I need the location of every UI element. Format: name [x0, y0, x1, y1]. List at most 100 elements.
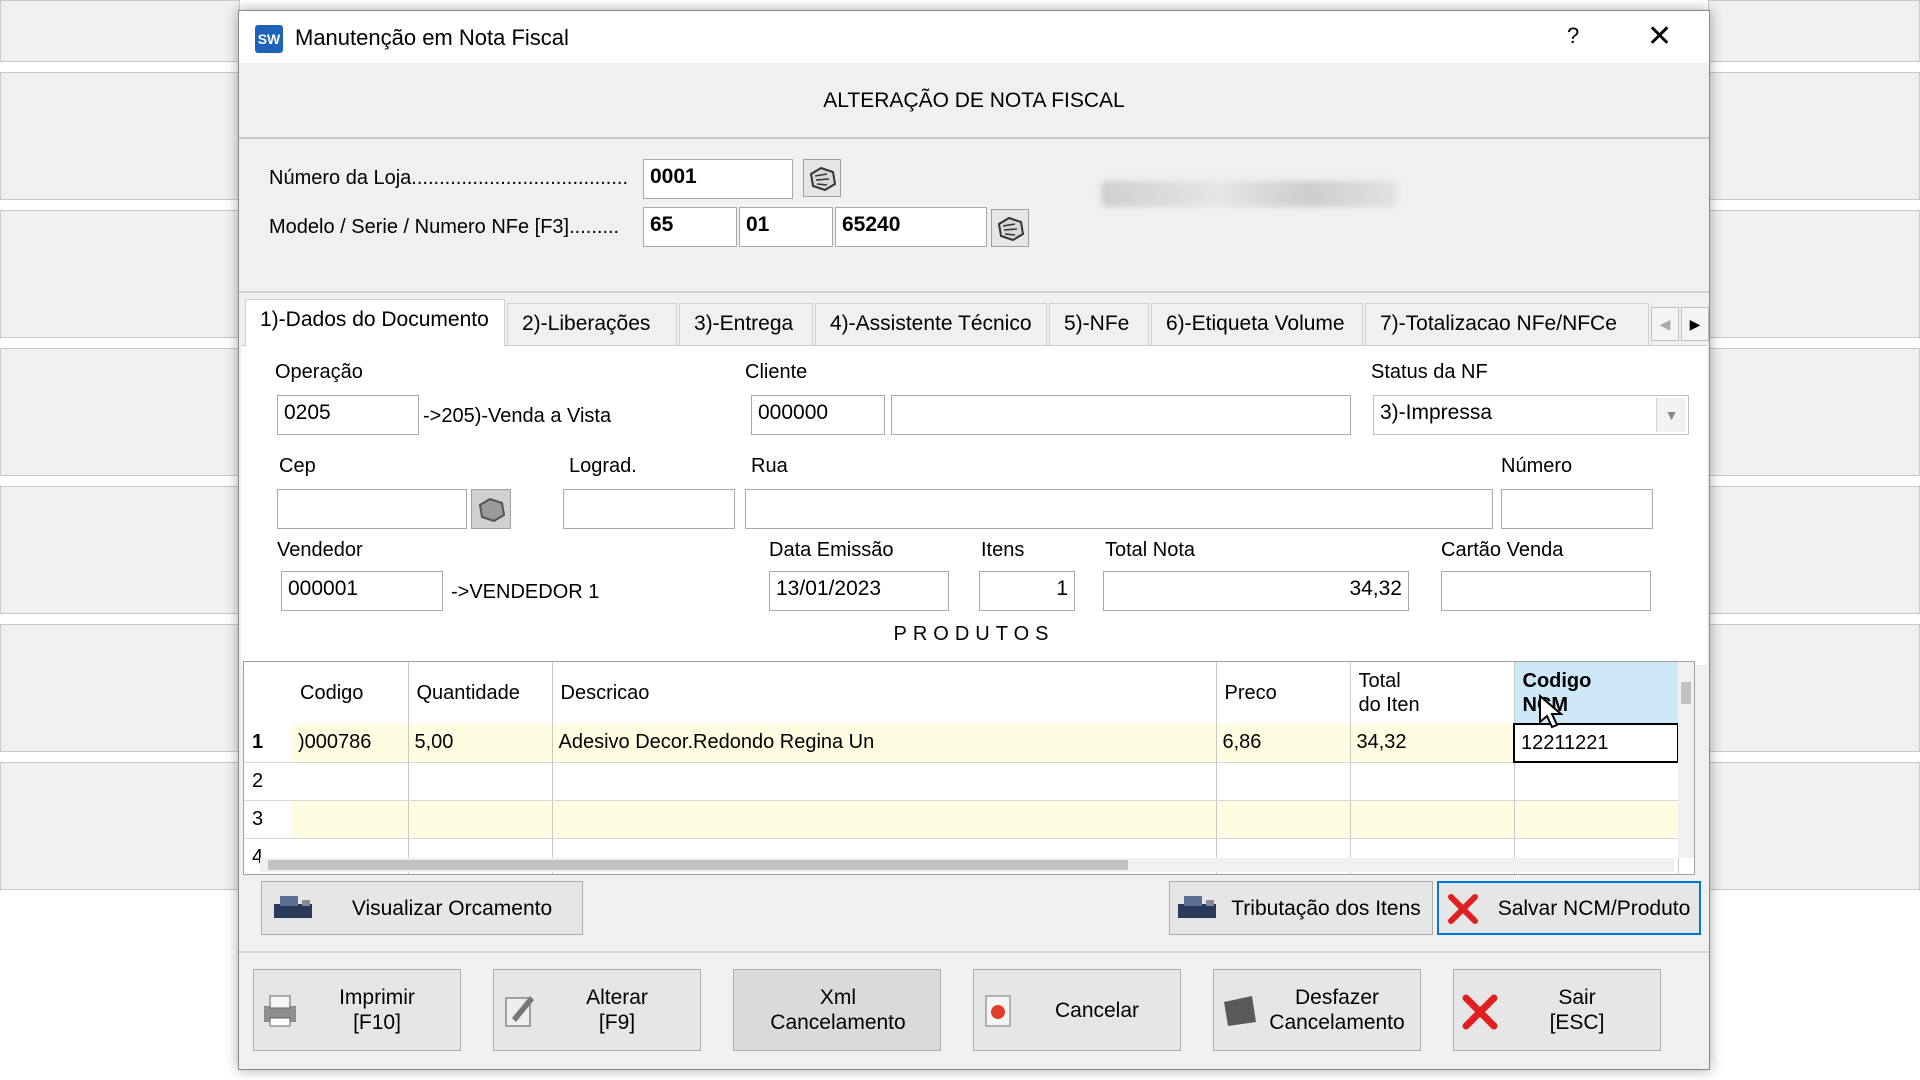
background-cell — [0, 0, 240, 62]
page-title: ALTERAÇÃO DE NOTA FISCAL — [239, 63, 1709, 139]
table-row[interactable]: 1 )000786 5,00 Adesivo Decor.Redondo Reg… — [244, 723, 1679, 763]
background-cell — [0, 486, 240, 614]
visualizar-orcamento-button[interactable]: Visualizar Orcamento — [261, 881, 583, 935]
column-header-preco[interactable]: Preco — [1216, 662, 1351, 724]
horizontal-scrollbar[interactable] — [260, 858, 1674, 872]
tab-etiqueta-volume[interactable]: 6)-Etiqueta Volume — [1151, 303, 1363, 345]
hand-pointer-icon — [478, 497, 506, 523]
desfazer-line1: Desfazer — [1294, 986, 1380, 1009]
tab-nfe[interactable]: 5)-NFe — [1049, 303, 1149, 345]
lograd-field[interactable] — [563, 489, 735, 529]
tab-totalizacao[interactable]: 7)-Totalizacao NFe/NFCe — [1365, 303, 1649, 345]
help-button[interactable]: ? — [1567, 23, 1579, 49]
tab-scroll-right-icon[interactable]: ▶ — [1681, 307, 1709, 341]
produtos-grid[interactable]: Codigo Quantidade Descricao Preco Total d… — [243, 661, 1695, 875]
lograd-label: Lograd. — [569, 455, 637, 477]
cep-lookup-button[interactable] — [471, 489, 511, 529]
xml-cancelamento-button[interactable]: Xml Cancelamento — [733, 969, 941, 1051]
hand-pointer-icon — [809, 166, 837, 192]
cell-total[interactable] — [1350, 800, 1515, 839]
cliente-label: Cliente — [745, 361, 808, 383]
operacao-field[interactable]: 0205 — [277, 395, 419, 435]
chevron-down-icon[interactable]: ▼ — [1656, 398, 1686, 432]
status-select-value: 3)-Impressa — [1380, 401, 1493, 424]
tab-entrega[interactable]: 3)-Entrega — [679, 303, 813, 345]
tab-scroll-left-icon[interactable]: ◀ — [1651, 307, 1679, 341]
table-row[interactable]: 3 — [244, 800, 1679, 839]
row-number: 2 — [244, 762, 292, 801]
cell-codigo[interactable] — [292, 800, 409, 839]
salvar-ncm-produto-button[interactable]: Salvar NCM/Produto — [1437, 881, 1701, 935]
nfe-numero-field[interactable]: 65240 — [835, 207, 987, 247]
column-header-quantidade[interactable]: Quantidade — [408, 662, 553, 724]
cell-preco[interactable] — [1216, 800, 1351, 839]
imprimir-line2: [F10] — [353, 1011, 401, 1034]
vendedor-field[interactable]: 000001 — [281, 571, 443, 611]
scrollbar-thumb[interactable] — [1681, 682, 1691, 704]
close-button[interactable]: ✕ — [1647, 19, 1672, 54]
cliente-code-field[interactable]: 000000 — [751, 395, 885, 435]
cell-descricao[interactable] — [552, 800, 1217, 839]
imprimir-line1: Imprimir — [339, 986, 415, 1009]
cash-register-icon — [1176, 892, 1218, 922]
alterar-button[interactable]: Alterar [F9] — [493, 969, 701, 1051]
cell-descricao[interactable]: Adesivo Decor.Redondo Regina Un — [552, 724, 1217, 763]
store-lookup-button[interactable] — [803, 159, 841, 197]
cliente-name-field[interactable] — [891, 395, 1351, 435]
status-select[interactable]: 3)-Impressa ▼ — [1373, 395, 1689, 435]
background-cell — [1708, 0, 1920, 62]
vendedor-description: ->VENDEDOR 1 — [451, 581, 600, 603]
cell-quantidade[interactable] — [408, 762, 553, 801]
tab-assistente-tecnico[interactable]: 4)-Assistente Técnico — [815, 303, 1047, 345]
tributacao-itens-button[interactable]: Tributação dos Itens — [1169, 881, 1433, 935]
row-header-corner — [244, 662, 292, 724]
nfe-modelo-field[interactable]: 65 — [643, 207, 737, 247]
operacao-label: Operação — [275, 361, 363, 383]
cancelar-button[interactable]: Cancelar — [973, 969, 1181, 1051]
total-nota-field[interactable]: 34,32 — [1103, 571, 1409, 611]
data-emissao-field[interactable]: 13/01/2023 — [769, 571, 949, 611]
column-header-codigo[interactable]: Codigo — [292, 662, 409, 724]
column-header-total[interactable]: Total do Iten — [1350, 662, 1515, 724]
tab-dados-documento[interactable]: 1)-Dados do Documento — [245, 299, 505, 347]
rua-field[interactable] — [745, 489, 1493, 529]
store-number-field[interactable]: 0001 — [643, 159, 793, 199]
itens-label: Itens — [981, 539, 1025, 561]
cell-ncm[interactable] — [1514, 800, 1679, 839]
numero-field[interactable] — [1501, 489, 1653, 529]
cell-total[interactable] — [1350, 762, 1515, 801]
sair-line1: Sair — [1558, 986, 1596, 1009]
nfe-lookup-button[interactable] — [991, 209, 1029, 247]
cell-codigo[interactable]: )000786 — [292, 724, 409, 763]
column-header-descricao[interactable]: Descricao — [552, 662, 1217, 724]
cell-total[interactable]: 34,32 — [1350, 724, 1515, 763]
imprimir-button[interactable]: Imprimir [F10] — [253, 969, 461, 1051]
desfazer-cancelamento-button[interactable]: Desfazer Cancelamento — [1213, 969, 1421, 1051]
cell-ncm[interactable] — [1514, 762, 1679, 801]
vertical-scrollbar[interactable] — [1678, 662, 1694, 858]
cell-codigo[interactable] — [292, 762, 409, 801]
alterar-line2: [F9] — [598, 1011, 636, 1034]
tab-liberacoes[interactable]: 2)-Liberações — [507, 303, 677, 345]
divider — [239, 951, 1709, 953]
table-row[interactable]: 2 — [244, 762, 1679, 801]
itens-field[interactable]: 1 — [979, 571, 1075, 611]
data-emissao-label: Data Emissão — [769, 539, 894, 561]
numero-label: Número — [1501, 455, 1573, 477]
cartao-venda-field[interactable] — [1441, 571, 1651, 611]
salvar-ncm-produto-label: Salvar NCM/Produto — [1497, 896, 1691, 920]
cell-preco[interactable]: 6,86 — [1216, 724, 1351, 763]
cell-quantidade[interactable] — [408, 800, 553, 839]
cep-field[interactable] — [277, 489, 467, 529]
cell-descricao[interactable] — [552, 762, 1217, 801]
cell-quantidade[interactable]: 5,00 — [408, 724, 553, 763]
cancel-document-icon — [982, 992, 1016, 1030]
scrollbar-thumb[interactable] — [268, 860, 1128, 870]
background-cell — [1708, 348, 1920, 476]
nfe-serie-field[interactable]: 01 — [739, 207, 833, 247]
cell-preco[interactable] — [1216, 762, 1351, 801]
rua-label: Rua — [751, 455, 788, 477]
operacao-description: ->205)-Venda a Vista — [423, 405, 612, 427]
sair-button[interactable]: Sair [ESC] — [1453, 969, 1661, 1051]
store-number-label: Número da Loja..........................… — [269, 167, 629, 189]
